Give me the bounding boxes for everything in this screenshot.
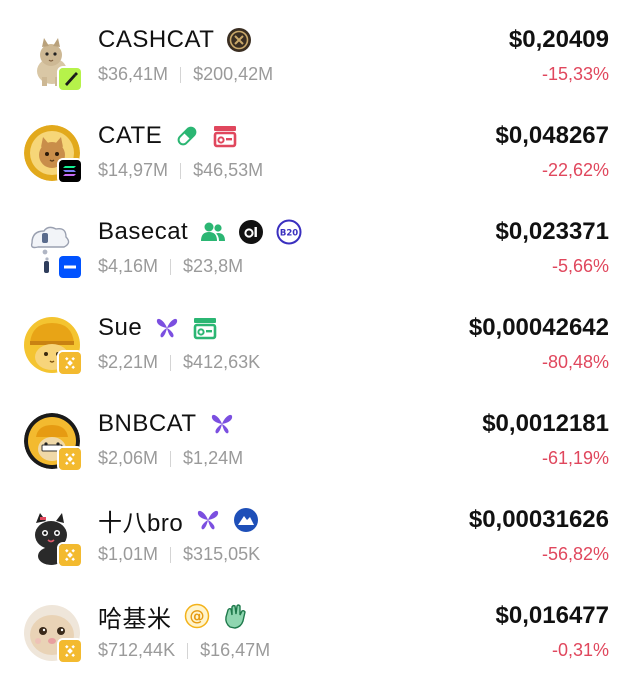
base-chain-icon <box>57 254 83 280</box>
token-volume: $2,06M <box>98 448 159 468</box>
svg-text:@: @ <box>189 607 204 625</box>
token-row-basecat[interactable]: Basecat B20 $4,16M $23,8M $0,023371 -5,6… <box>0 192 635 288</box>
token-volume: $712,44K <box>98 640 176 660</box>
stats-divider <box>170 450 172 467</box>
token-name-line: Basecat B20 <box>98 212 302 252</box>
stats-divider <box>170 354 172 371</box>
launchpad-icon <box>192 315 218 341</box>
token-name: 哈基米 <box>98 605 172 633</box>
token-name: CASHCAT <box>98 26 215 53</box>
token-market-cap: $200,42M <box>193 64 274 84</box>
token-change: -22,62% <box>541 160 609 180</box>
token-name: 十八bro <box>98 509 184 537</box>
butterfly-icon <box>195 507 221 533</box>
token-stats: $2,06M $1,24M <box>98 448 243 469</box>
token-volume: $4,16M <box>98 256 159 276</box>
token-name-line: 哈基米 @ <box>98 596 248 636</box>
token-row-bnbcat[interactable]: BNBCAT $2,06M $1,24M $0,0012181 -61,19% <box>0 384 635 480</box>
token-volume: $36,41M <box>98 64 169 84</box>
token-market-cap: $16,47M <box>200 640 271 660</box>
token-volume: $1,01M <box>98 544 159 564</box>
token-market-cap: $1,24M <box>183 448 244 468</box>
token-change: -0,31% <box>551 640 609 660</box>
waving-hand-icon <box>222 603 248 629</box>
token-price: $0,00042642 <box>468 314 609 341</box>
bnb-chain-icon <box>57 446 83 472</box>
token-avatar-wrap <box>24 221 83 280</box>
token-avatar-wrap <box>24 317 83 376</box>
token-volume: $14,97M <box>98 160 169 180</box>
token-stats: $36,41M $200,42M <box>98 64 273 85</box>
at-sign-icon: @ <box>184 603 210 629</box>
stats-divider <box>180 66 182 83</box>
token-name: BNBCAT <box>98 410 197 437</box>
token-change: -15,33% <box>541 64 609 84</box>
token-change: -80,48% <box>541 352 609 372</box>
stats-divider <box>170 546 172 563</box>
token-name-line: CASHCAT <box>98 20 252 60</box>
token-name: Sue <box>98 314 143 341</box>
token-change: -56,82% <box>541 544 609 564</box>
token-market-cap: $23,8M <box>183 256 244 276</box>
token-price: $0,048267 <box>495 122 609 149</box>
token-row-shibabro[interactable]: 十八bro $1,01M $315,05K $0,00031626 -56,82… <box>0 480 635 576</box>
token-row-hajimi[interactable]: 哈基米 @ $712,44K $16,47M $0,016477 -0,31% <box>0 576 635 672</box>
token-market-cap: $46,53M <box>193 160 264 180</box>
token-price: $0,00031626 <box>468 506 609 533</box>
bnb-chain-icon <box>57 542 83 568</box>
b20-badge-icon: B20 <box>276 219 302 245</box>
token-name-line: Sue <box>98 308 218 348</box>
token-name-line: CATE <box>98 116 238 156</box>
bnb-chain-icon <box>57 350 83 376</box>
token-avatar-wrap <box>24 509 83 568</box>
token-list: CASHCAT $36,41M $200,42M $0,20409 -15,33… <box>0 0 635 680</box>
token-row-sue[interactable]: Sue $2,21M $412,63K $0,00042642 -80,48% <box>0 288 635 384</box>
token-row-cate[interactable]: CATE $14,97M $46,53M $0,048267 -22,62% <box>0 96 635 192</box>
token-volume: $2,21M <box>98 352 159 372</box>
community-icon <box>200 219 226 245</box>
a1-badge-icon <box>238 219 264 245</box>
launchpad-icon <box>212 123 238 149</box>
token-name-line: 十八bro <box>98 500 259 540</box>
pill-icon <box>174 123 200 149</box>
mountain-badge-icon <box>233 507 259 533</box>
token-price: $0,20409 <box>508 26 609 53</box>
coin-badge-icon <box>226 27 252 53</box>
svg-text:B20: B20 <box>280 228 298 238</box>
token-avatar-wrap <box>24 125 83 184</box>
token-name-line: BNBCAT <box>98 404 235 444</box>
token-price: $0,016477 <box>495 602 609 629</box>
butterfly-icon <box>209 411 235 437</box>
butterfly-icon <box>154 315 180 341</box>
bnb-chain-icon <box>57 638 83 664</box>
stats-divider <box>170 258 172 275</box>
token-avatar-wrap <box>24 605 83 664</box>
token-name: CATE <box>98 122 163 149</box>
token-stats: $4,16M $23,8M <box>98 256 243 277</box>
token-change: -5,66% <box>551 256 609 276</box>
token-avatar-wrap <box>24 413 83 472</box>
token-stats: $14,97M $46,53M <box>98 160 263 181</box>
pump-chain-icon <box>57 66 83 92</box>
token-market-cap: $412,63K <box>183 352 261 372</box>
solana-chain-icon <box>57 158 83 184</box>
token-price: $0,023371 <box>495 218 609 245</box>
token-stats: $712,44K $16,47M <box>98 640 270 661</box>
token-row-cashcat[interactable]: CASHCAT $36,41M $200,42M $0,20409 -15,33… <box>0 0 635 96</box>
token-market-cap: $315,05K <box>183 544 261 564</box>
token-stats: $2,21M $412,63K <box>98 352 260 373</box>
token-stats: $1,01M $315,05K <box>98 544 260 565</box>
token-change: -61,19% <box>541 448 609 468</box>
stats-divider <box>180 162 182 179</box>
token-avatar-wrap <box>24 33 83 92</box>
token-price: $0,0012181 <box>482 410 609 437</box>
stats-divider <box>187 642 189 659</box>
token-name: Basecat <box>98 218 189 245</box>
